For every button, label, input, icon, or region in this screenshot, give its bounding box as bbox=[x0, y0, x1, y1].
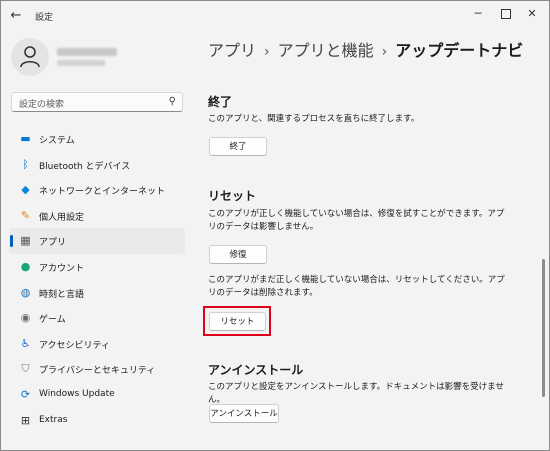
repair-button[interactable]: 修復 bbox=[209, 245, 267, 264]
update-icon: ⟳ bbox=[20, 387, 31, 401]
arrow-left-icon: ← bbox=[10, 8, 22, 23]
window-title: 設定 bbox=[35, 13, 54, 23]
breadcrumb-apps[interactable]: アプリ bbox=[208, 41, 256, 60]
breadcrumb: アプリ › アプリと機能 › アップデートナビ bbox=[208, 37, 523, 61]
sidebar-item-9[interactable]: ⛉ プライバシーとセキュリティ bbox=[9, 356, 185, 382]
search-input[interactable]: 設定の検索 ⚲ bbox=[11, 92, 183, 112]
title-bar: ← 設定 ─ ✕ bbox=[1, 1, 549, 31]
sidebar-item-label: アクセシビリティ bbox=[39, 340, 111, 351]
sidebar-item-1[interactable]: ᛒ Bluetooth とデバイス bbox=[9, 152, 185, 178]
user-name-blurred bbox=[57, 48, 117, 56]
sidebar-item-11[interactable]: ⊞ Extras bbox=[9, 408, 185, 434]
accessibility-icon: ♿ bbox=[20, 336, 31, 350]
back-button[interactable]: ← bbox=[7, 7, 25, 25]
extras-icon: ⊞ bbox=[20, 413, 31, 427]
breadcrumb-apps-features[interactable]: アプリと機能 bbox=[278, 41, 374, 60]
sidebar-item-label: アカウント bbox=[39, 263, 85, 274]
uninstall-button[interactable]: アンインストール bbox=[209, 404, 279, 423]
search-icon: ⚲ bbox=[168, 96, 176, 107]
page-title: アップデートナビ bbox=[395, 41, 524, 60]
reset-highlight-box bbox=[203, 306, 271, 336]
sidebar-item-5[interactable]: ● アカウント bbox=[9, 254, 185, 280]
sidebar-item-7[interactable]: ◉ ゲーム bbox=[9, 305, 185, 331]
sidebar-item-label: 個人用設定 bbox=[39, 212, 85, 223]
reset-heading: リセット bbox=[208, 189, 257, 203]
sidebar-item-8[interactable]: ♿ アクセシビリティ bbox=[9, 331, 185, 357]
sidebar-item-label: ネットワークとインターネット bbox=[39, 187, 166, 198]
repair-description: このアプリが正しく機能していない場合は、修復を試すことができます。アプリのデータ… bbox=[208, 209, 505, 232]
sidebar-item-label: 時刻と言語 bbox=[39, 289, 85, 300]
sidebar-item-label: システム bbox=[39, 136, 75, 146]
maximize-button[interactable] bbox=[495, 5, 517, 23]
sidebar-item-4[interactable]: ▦ アプリ bbox=[9, 228, 185, 254]
brush-icon: ✎ bbox=[20, 208, 31, 222]
terminate-description: このアプリと、関連するプロセスを直ちに終了します。 bbox=[208, 114, 420, 124]
uninstall-heading: アンインストール bbox=[208, 363, 304, 377]
sidebar-item-label: プライバシーとセキュリティ bbox=[39, 366, 156, 377]
selection-indicator bbox=[10, 235, 13, 248]
person-icon bbox=[20, 46, 40, 68]
sidebar-item-2[interactable]: ◆ ネットワークとインターネット bbox=[9, 177, 185, 203]
user-account-blurred bbox=[57, 60, 105, 66]
sidebar-nav: ▬ システム ᛒ Bluetooth とデバイス ◆ ネットワークとインターネット ✎ 個人用… bbox=[9, 126, 185, 433]
apps-icon: ▦ bbox=[20, 234, 31, 248]
gamepad-icon: ◉ bbox=[20, 311, 31, 325]
wifi-icon: ◆ bbox=[21, 183, 30, 197]
terminate-button[interactable]: 終了 bbox=[209, 137, 267, 156]
sidebar-item-label: Bluetooth とデバイス bbox=[39, 161, 131, 172]
chevron-right-icon: › bbox=[264, 44, 270, 60]
sidebar-item-label: Windows Update bbox=[39, 388, 115, 399]
person-icon: ● bbox=[20, 259, 31, 273]
sidebar-item-label: ゲーム bbox=[39, 315, 66, 326]
sidebar-item-10[interactable]: ⟳ Windows Update bbox=[9, 382, 185, 408]
avatar bbox=[11, 38, 49, 76]
bluetooth-icon: ᛒ bbox=[22, 157, 29, 171]
close-button[interactable]: ✕ bbox=[521, 5, 543, 23]
search-placeholder: 設定の検索 bbox=[19, 100, 65, 110]
maximize-icon bbox=[501, 9, 511, 19]
minimize-button[interactable]: ─ bbox=[467, 5, 489, 23]
reset-description: このアプリがまだ正しく機能していない場合は、リセットしてください。アプリのデータ… bbox=[208, 275, 505, 298]
settings-window: ← 設定 ─ ✕ 設定の検索 ⚲ ▬ システム ᛒ Bluetooth とデバイス ◆ ネ… bbox=[0, 0, 550, 451]
sidebar-item-0[interactable]: ▬ システム bbox=[9, 126, 185, 152]
shield-icon: ⛉ bbox=[21, 362, 30, 376]
monitor-icon: ▬ bbox=[20, 132, 31, 145]
sidebar-item-label: Extras bbox=[39, 414, 68, 425]
sidebar-item-6[interactable]: ◍ 時刻と言語 bbox=[9, 280, 185, 306]
globe-clock-icon: ◍ bbox=[20, 285, 31, 299]
sidebar-item-label: アプリ bbox=[39, 238, 67, 249]
chevron-right-icon: › bbox=[381, 44, 388, 60]
terminate-heading: 終了 bbox=[208, 95, 233, 109]
scrollbar[interactable] bbox=[542, 259, 545, 397]
sidebar-item-3[interactable]: ✎ 個人用設定 bbox=[9, 203, 185, 229]
